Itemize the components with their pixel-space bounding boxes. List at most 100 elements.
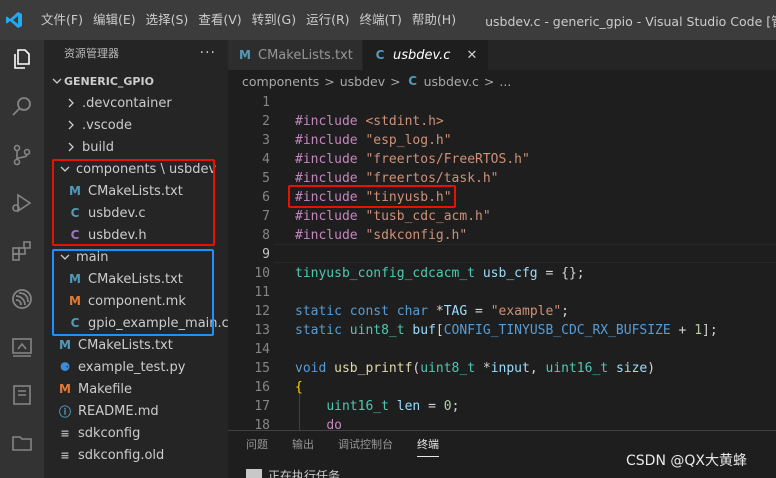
breadcrumb-item[interactable]: components (242, 74, 319, 89)
code-line: 7 #include "tusb_cdc_acm.h" (228, 207, 776, 226)
code-token: static (295, 323, 342, 338)
folder-icon[interactable] (7, 428, 37, 458)
code-token: "esp_log.h" (365, 133, 452, 148)
tree-item[interactable]: M CMakeLists.txt (44, 334, 228, 356)
code-token: "sdkconfig.h" (365, 228, 468, 243)
code-text: #include "tusb_cdc_acm.h" (295, 207, 491, 226)
code-token: 0 (443, 399, 452, 414)
tree-item[interactable]: ⚈ example_test.py (44, 356, 228, 378)
project-name: GENERIC_GPIO (64, 74, 154, 88)
code-line: 13 static uint8_t buf[CONFIG_TINYUSB_CDC_… (228, 321, 776, 340)
menu-view[interactable]: 查看(V) (193, 0, 246, 40)
tree-item[interactable]: .vscode (44, 114, 228, 136)
code-editor[interactable]: 1 2 #include <stdint.h> 3 #include "esp_log.… (228, 92, 776, 430)
code-token: usb_printf (334, 361, 413, 376)
code-token: + (670, 323, 695, 338)
code-token: do (326, 418, 342, 430)
line-number: 13 (254, 323, 270, 338)
code-token: [ (435, 323, 444, 338)
code-token: "freertos/FreeRTOS.h" (365, 152, 530, 167)
tab-usbdev-c[interactable]: C usbdev.c ✕ (363, 40, 489, 70)
tab-cmakelists[interactable]: M CMakeLists.txt (228, 40, 363, 70)
code-token: * (475, 361, 491, 376)
code-line: 16 { (228, 378, 776, 397)
breadcrumb-item[interactable]: ... (499, 74, 511, 89)
tree-item-label: Makefile (78, 381, 133, 397)
tree-item[interactable]: M Makefile (44, 378, 228, 400)
code-token: <stdint.h> (365, 114, 444, 129)
line-number: 9 (262, 247, 270, 262)
tree-item-label: example_test.py (78, 359, 186, 375)
tree-item[interactable]: ≡ sdkconfig.old (44, 444, 228, 466)
menu-file[interactable]: 文件(F) (36, 0, 88, 40)
config-icon: ≡ (60, 448, 70, 462)
menu-run[interactable]: 运行(R) (301, 0, 354, 40)
code-token: #include (295, 152, 358, 167)
code-text: tinyusb_config_cdcacm_t usb_cfg = {}; (295, 264, 585, 283)
code-text: uint16_t len = 0; (295, 397, 459, 416)
line-number: 4 (262, 152, 270, 167)
tab-label: usbdev.c (393, 47, 451, 63)
code-token: uint8_t (349, 323, 405, 338)
breadcrumb-separator: > (324, 73, 335, 89)
panel-tab-problems[interactable]: 问题 (246, 431, 268, 459)
tree-item[interactable]: ⓘ README.md (44, 400, 228, 422)
code-text: static const char *TAG = "example"; (295, 302, 569, 321)
code-token: char (396, 304, 429, 319)
menu-edit[interactable]: 编辑(E) (88, 0, 141, 40)
chevron-right-icon (64, 114, 78, 136)
close-icon[interactable]: ✕ (466, 48, 477, 63)
explorer-icon[interactable] (7, 44, 37, 74)
watermark: CSDN @QX大黄蜂 (626, 453, 747, 469)
menu-terminal[interactable]: 终端(T) (355, 0, 407, 40)
sidebar-title: 资源管理器 (64, 47, 119, 60)
tree-item[interactable]: .devcontainer (44, 92, 228, 114)
source-control-icon[interactable] (7, 140, 37, 170)
panel-tab-debug-console[interactable]: 调试控制台 (338, 431, 393, 459)
espressif-icon[interactable] (7, 284, 37, 314)
breadcrumb-item[interactable]: usbdev (340, 74, 385, 89)
line-number: 11 (254, 285, 270, 300)
menu-go[interactable]: 转到(G) (247, 0, 301, 40)
menu-selection[interactable]: 选择(S) (141, 0, 194, 40)
line-number: 18 (254, 418, 270, 430)
code-line: 8 #include "sdkconfig.h" (228, 226, 776, 245)
search-icon[interactable] (7, 92, 37, 122)
activity-bar (0, 40, 44, 478)
tree-item[interactable]: ≡ sdkconfig (44, 422, 228, 444)
code-line: 15 void usb_printf(uint8_t *input, uint16… (228, 359, 776, 378)
breadcrumb-separator: > (390, 73, 401, 89)
breadcrumb-item[interactable]: usbdev.c (424, 74, 479, 89)
remote-explorer-icon[interactable] (7, 332, 37, 362)
code-text: #include "freertos/FreeRTOS.h" (295, 150, 530, 169)
code-line: 17 uint16_t len = 0; (228, 397, 776, 416)
project-section-header[interactable]: GENERIC_GPIO (44, 70, 154, 92)
code-text: void usb_printf(uint8_t *input, uint16_t… (295, 359, 655, 378)
code-token: ) (647, 361, 656, 376)
terminal-task-icon (246, 469, 262, 478)
menu-help[interactable]: 帮助(H) (407, 0, 461, 40)
book-icon[interactable] (7, 380, 37, 410)
tree-item[interactable]: build (44, 136, 228, 158)
code-text: #include "sdkconfig.h" (295, 226, 467, 245)
highlight-box-components (52, 159, 215, 246)
title-bar: 文件(F) 编辑(E) 选择(S) 查看(V) 转到(G) 运行(R) 终端(T… (0, 0, 776, 40)
run-debug-icon[interactable] (7, 188, 37, 218)
line-number: 7 (262, 209, 270, 224)
cmake-icon: M (239, 48, 251, 62)
code-token: input (490, 361, 530, 376)
editor-tabs: M CMakeLists.txt C usbdev.c ✕ (228, 40, 776, 70)
extensions-icon[interactable] (7, 236, 37, 266)
panel-tab-terminal[interactable]: 终端 (417, 431, 439, 459)
tree-item-label: sdkconfig (78, 425, 141, 441)
code-token: "example" (490, 304, 562, 319)
panel-tab-output[interactable]: 输出 (292, 431, 314, 459)
tree-item-label: README.md (78, 403, 159, 419)
line-number: 14 (254, 342, 270, 357)
more-actions-button[interactable]: ··· (200, 45, 216, 61)
code-token: tinyusb_config_cdcacm_t (295, 266, 476, 281)
